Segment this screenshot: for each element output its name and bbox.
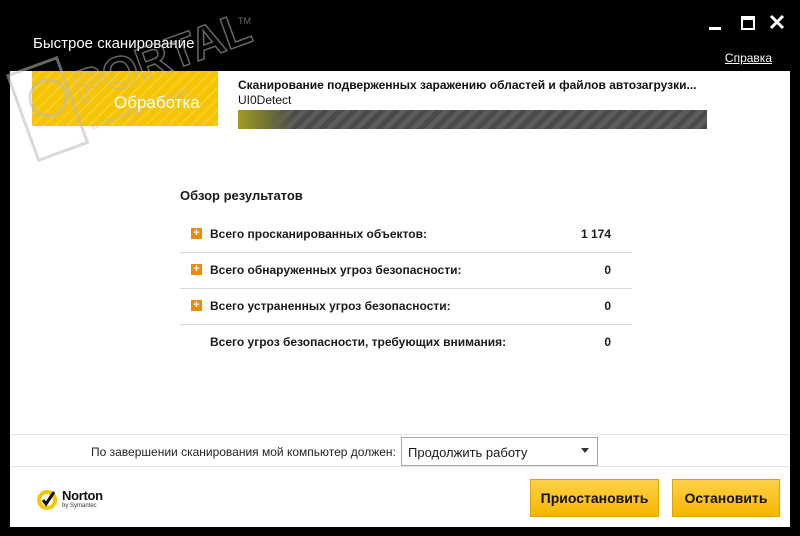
pause-button[interactable]: Приостановить xyxy=(530,479,659,517)
status-panel: Обработка xyxy=(32,71,218,126)
result-value: 0 xyxy=(604,263,611,277)
result-row: Всего угроз безопасности, требующих вним… xyxy=(180,324,632,360)
stop-button[interactable]: Остановить xyxy=(672,479,780,517)
status-label: Обработка xyxy=(114,93,200,112)
results-title: Обзор результатов xyxy=(180,188,303,203)
after-scan-select[interactable]: Продолжить работу xyxy=(401,437,598,466)
result-row: + Всего устраненных угроз безопасности: … xyxy=(180,288,632,325)
title-bar: Быстрое сканирование Справка xyxy=(0,0,800,71)
minimize-icon[interactable] xyxy=(706,13,726,33)
divider xyxy=(10,466,790,467)
current-task: Сканирование подверженных заражению обла… xyxy=(238,78,697,92)
result-row: + Всего обнаруженных угроз безопасности:… xyxy=(180,252,632,289)
window-title: Быстрое сканирование xyxy=(33,35,195,52)
expand-icon[interactable]: + xyxy=(191,228,202,239)
result-label: Всего угроз безопасности, требующих вним… xyxy=(210,335,507,349)
result-label: Всего устраненных угроз безопасности: xyxy=(210,299,451,313)
chevron-down-icon xyxy=(581,448,589,453)
scan-progress-bar xyxy=(238,110,707,129)
bottom-panel: По завершении сканирования мой компьютер… xyxy=(10,434,790,527)
close-icon[interactable] xyxy=(768,13,788,33)
app-window: Быстрое сканирование Справка Обработка С… xyxy=(0,0,800,536)
help-link[interactable]: Справка xyxy=(725,51,772,65)
after-scan-label: По завершении сканирования мой компьютер… xyxy=(91,445,396,459)
brand-sub: by Symantec xyxy=(62,503,97,509)
norton-check-icon xyxy=(37,490,57,510)
result-value: 0 xyxy=(604,335,611,349)
maximize-icon[interactable] xyxy=(739,13,759,33)
scan-content: Обработка Сканирование подверженных зара… xyxy=(10,71,790,434)
expand-icon[interactable]: + xyxy=(191,300,202,311)
norton-logo: Norton by Symantec xyxy=(36,485,116,515)
expand-icon[interactable]: + xyxy=(191,264,202,275)
result-label: Всего просканированных объектов: xyxy=(210,227,427,241)
result-label: Всего обнаруженных угроз безопасности: xyxy=(210,263,462,277)
result-value: 1 174 xyxy=(580,227,611,241)
result-row: + Всего просканированных объектов: 1 174 xyxy=(180,216,632,253)
scan-progress-fill xyxy=(238,110,295,129)
current-item: UI0Detect xyxy=(238,93,292,107)
result-value: 0 xyxy=(604,299,611,313)
after-scan-selected: Продолжить работу xyxy=(408,445,528,460)
brand-name: Norton xyxy=(62,488,103,503)
